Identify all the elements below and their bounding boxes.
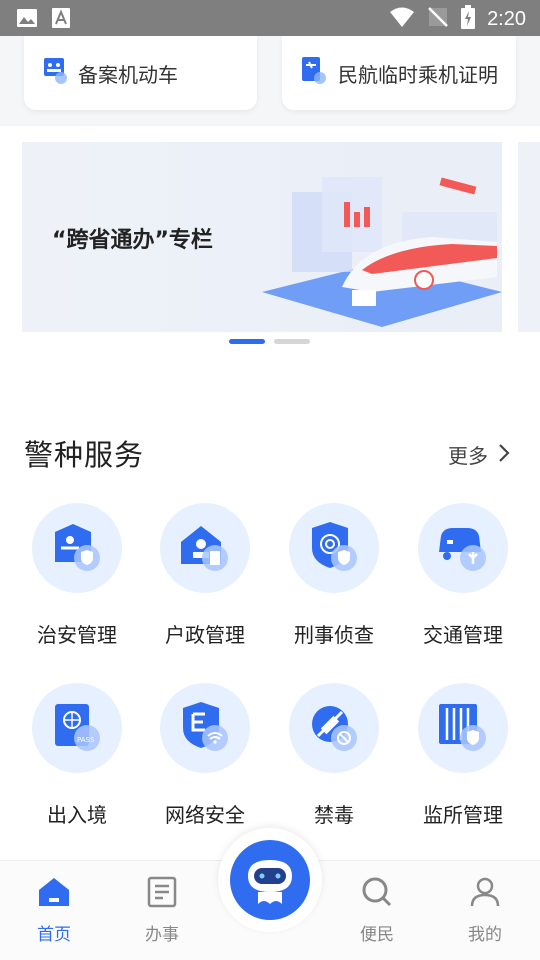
more-label: 更多 <box>448 444 488 468</box>
anti-drug-icon <box>289 683 379 773</box>
service-exit-entry[interactable]: PASS 出入境 <box>13 683 141 828</box>
service-label: 禁毒 <box>314 803 354 827</box>
detention-management-icon <box>418 683 508 773</box>
tab-profile[interactable]: 我的 <box>455 876 515 945</box>
traffic-management-icon <box>418 503 508 593</box>
service-label: 刑事侦查 <box>294 623 374 647</box>
quick-card-label: 备案机动车 <box>78 62 178 87</box>
tab-label: 便民 <box>360 925 394 945</box>
service-label: 交通管理 <box>423 623 503 647</box>
banner-pagination <box>229 339 310 344</box>
banner-title: “跨省通办”专栏 <box>52 228 213 253</box>
banner-carousel[interactable]: “跨省通办”专栏 <box>22 142 502 332</box>
battery-icon <box>461 5 476 33</box>
search-icon <box>361 877 393 912</box>
household-registration-icon <box>160 503 250 593</box>
banner-next-peek <box>518 142 540 332</box>
no-sim-icon <box>427 6 449 32</box>
status-bar: 2:20 <box>0 0 540 36</box>
service-label: 治安管理 <box>37 623 117 647</box>
gallery-icon <box>16 8 38 32</box>
service-public-security[interactable]: 治安管理 <box>13 503 141 648</box>
banner-train-illustration <box>262 177 502 327</box>
boarding-certificate-icon <box>302 57 328 89</box>
quick-card-label: 民航临时乘机证明 <box>338 62 498 87</box>
service-label: 网络安全 <box>165 803 245 827</box>
criminal-investigation-icon <box>289 503 379 593</box>
tab-home[interactable]: 首页 <box>24 876 84 945</box>
service-label: 户政管理 <box>165 623 245 647</box>
svg-text:PASS: PASS <box>77 736 95 744</box>
more-link[interactable]: 更多 <box>448 440 510 469</box>
home-icon <box>37 878 71 912</box>
service-household[interactable]: 户政管理 <box>141 503 269 648</box>
public-security-icon <box>32 503 122 593</box>
pagination-dot <box>274 339 310 344</box>
service-label: 监所管理 <box>423 803 503 827</box>
wifi-icon <box>389 6 415 32</box>
quick-card-boarding[interactable]: 民航临时乘机证明 <box>282 36 516 110</box>
vehicle-registration-icon <box>44 58 68 88</box>
service-label: 出入境 <box>47 803 107 827</box>
section-title: 警种服务 <box>24 438 145 472</box>
status-time: 2:20 <box>487 8 526 30</box>
service-cyber-security[interactable]: 网络安全 <box>141 683 269 828</box>
profile-icon <box>469 877 501 912</box>
service-detention[interactable]: 监所管理 <box>399 683 527 828</box>
quick-card-vehicle[interactable]: 备案机动车 <box>24 36 257 110</box>
tab-affairs[interactable]: 办事 <box>132 876 192 945</box>
service-traffic[interactable]: 交通管理 <box>399 503 527 648</box>
robot-icon <box>230 840 310 920</box>
service-anti-drug[interactable]: 禁毒 <box>270 683 398 828</box>
tab-label: 办事 <box>145 925 179 945</box>
passport-icon: PASS <box>32 683 122 773</box>
document-icon <box>147 876 177 912</box>
tab-convenience[interactable]: 便民 <box>347 876 407 945</box>
service-criminal-investigation[interactable]: 刑事侦查 <box>270 503 398 648</box>
cyber-security-icon <box>160 683 250 773</box>
chevron-right-icon <box>498 443 510 467</box>
tab-label: 首页 <box>37 925 71 945</box>
text-app-icon <box>52 8 70 32</box>
pagination-dot-active <box>229 339 265 344</box>
tab-label: 我的 <box>468 925 502 945</box>
assistant-robot-button[interactable] <box>218 828 322 932</box>
